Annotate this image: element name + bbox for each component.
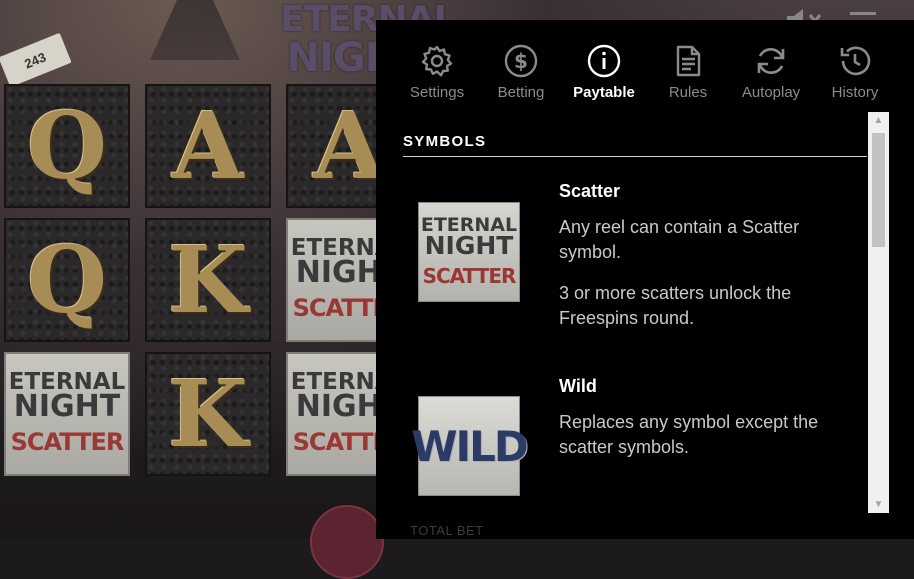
- scroll-up-arrow-icon[interactable]: ▲: [868, 112, 889, 129]
- tab-betting[interactable]: $ Betting: [476, 44, 566, 101]
- spin-button[interactable]: [310, 505, 384, 579]
- symbol-letter: A: [313, 92, 385, 200]
- section-title: SYMBOLS: [403, 133, 487, 150]
- scroll-down-arrow-icon[interactable]: ▼: [868, 496, 889, 513]
- scatter-description-2: 3 or more scatters unlock the Freespins …: [559, 283, 792, 328]
- symbol-letter: K: [168, 226, 248, 334]
- symbol-letter: Q: [26, 92, 108, 200]
- tab-autoplay[interactable]: Autoplay: [726, 44, 816, 101]
- tab-settings[interactable]: Settings: [392, 44, 482, 101]
- reel-cell: Q: [4, 84, 130, 208]
- history-clock-icon: [840, 46, 871, 76]
- reel-cell: Q: [4, 218, 130, 342]
- symbol-letter: Q: [26, 226, 108, 334]
- total-bet-label: TOTAL BET: [410, 523, 484, 538]
- document-icon: [676, 45, 701, 77]
- tab-label: History: [831, 84, 879, 101]
- tab-rules[interactable]: Rules: [643, 44, 733, 101]
- refresh-icon: [757, 47, 785, 75]
- tab-label: Settings: [409, 84, 465, 101]
- wild-title: Wild: [559, 376, 597, 396]
- scrollbar-thumb[interactable]: [872, 133, 885, 247]
- scatter-symbol-cell: ETERNAL NIGHT SCATTER: [4, 352, 130, 476]
- scatter-description-1: Any reel can contain a Scatter symbol.: [559, 217, 800, 262]
- paytable-content: SYMBOLS ETERNAL NIGHT SCATTER Scatter Any…: [376, 112, 870, 516]
- tab-label: Betting: [497, 84, 545, 101]
- info-circle-icon: [587, 44, 621, 78]
- reel-cell: A: [145, 84, 271, 208]
- tab-history[interactable]: History: [810, 44, 900, 101]
- scatter-logo: ETERNAL NIGHT: [8, 369, 126, 424]
- panel-tabs: Settings $ Betting Paytable Rules Autopl…: [376, 20, 914, 112]
- symbol-letter: K: [168, 360, 248, 468]
- info-panel: Settings $ Betting Paytable Rules Autopl…: [376, 20, 914, 539]
- tab-label: Autoplay: [741, 84, 801, 101]
- tab-paytable[interactable]: Paytable: [559, 44, 649, 101]
- symbol-letter: A: [172, 92, 244, 200]
- wild-symbol-image: WILD: [411, 396, 529, 496]
- tab-label: Rules: [668, 84, 708, 101]
- dollar-circle-icon: $: [504, 44, 538, 78]
- wild-description: Replaces any symbol except the scatter s…: [559, 412, 819, 457]
- gear-icon: [421, 45, 453, 77]
- reel-cell: K: [145, 352, 271, 476]
- tab-label: Paytable: [573, 84, 635, 101]
- scatter-symbol-image: ETERNAL NIGHT SCATTER: [418, 202, 520, 302]
- scatter-title: Scatter: [559, 181, 621, 201]
- scrollbar[interactable]: ▲ ▼: [868, 112, 889, 513]
- svg-text:$: $: [514, 49, 528, 73]
- scatter-label: SCATTER: [10, 427, 125, 456]
- section-divider: [403, 156, 867, 157]
- reel-cell: K: [145, 218, 271, 342]
